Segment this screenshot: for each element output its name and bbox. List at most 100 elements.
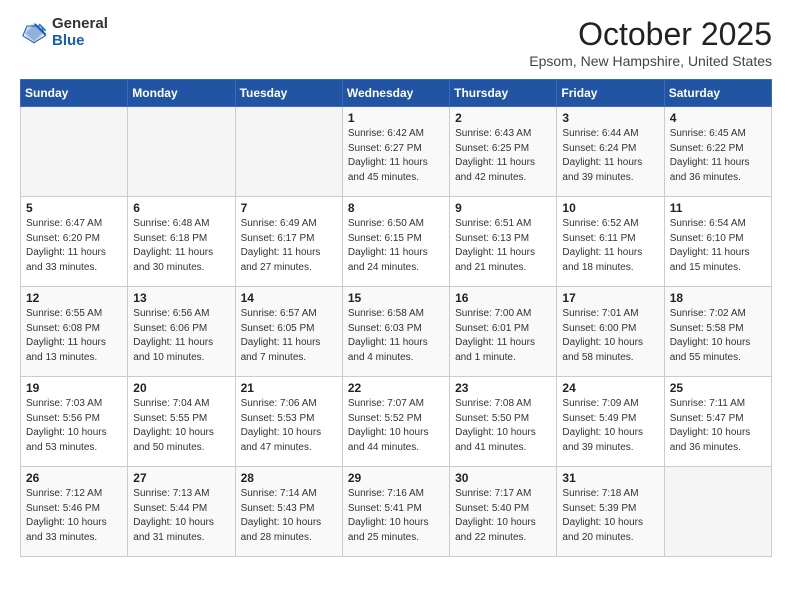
day-info: Sunrise: 6:42 AM Sunset: 6:27 PM Dayligh… <box>348 127 444 185</box>
day-cell: 18Sunrise: 7:02 AM Sunset: 5:58 PM Dayli… <box>664 287 771 377</box>
logo-general-text: General <box>52 16 108 33</box>
header-row: Sunday Monday Tuesday Wednesday Thursday… <box>21 80 772 107</box>
day-info: Sunrise: 6:56 AM Sunset: 6:06 PM Dayligh… <box>133 307 229 365</box>
day-cell: 20 Sunrise: 7:04 AM Sunset: 5:55 PM Dayli… <box>128 377 235 467</box>
day-info: Sunrise: 7:07 AM Sunset: 5:52 PM Dayligh… <box>348 397 444 455</box>
day-info: Sunrise: 7:18 AM Sunset: 5:39 PM Dayligh… <box>562 487 658 545</box>
day-info: Sunrise: 6:54 AM Sunset: 6:10 PM Dayligh… <box>670 217 766 275</box>
day-cell <box>21 107 128 197</box>
day-number: 5 <box>26 201 122 215</box>
day-cell: 28 Sunrise: 7:14 AM Sunset: 5:43 PM Dayli… <box>235 467 342 557</box>
day-number: 4 <box>670 111 766 125</box>
day-number: 19 <box>26 381 122 395</box>
day-info: Sunrise: 7:12 AM Sunset: 5:46 PM Dayligh… <box>26 487 122 545</box>
day-info: Sunrise: 7:16 AM Sunset: 5:41 PM Dayligh… <box>348 487 444 545</box>
col-saturday: Saturday <box>664 80 771 107</box>
day-cell <box>235 107 342 197</box>
day-number: 25 <box>670 381 766 395</box>
day-info: Sunrise: 6:55 AM Sunset: 6:08 PM Dayligh… <box>26 307 122 365</box>
day-info: Sunrise: 6:47 AM Sunset: 6:20 PM Dayligh… <box>26 217 122 275</box>
day-cell: 31 Sunrise: 7:18 AM Sunset: 5:39 PM Dayli… <box>557 467 664 557</box>
day-info: Sunrise: 6:52 AM Sunset: 6:11 PM Dayligh… <box>562 217 658 275</box>
week-row-5: 26 Sunrise: 7:12 AM Sunset: 5:46 PM Dayli… <box>21 467 772 557</box>
day-cell: 26 Sunrise: 7:12 AM Sunset: 5:46 PM Dayli… <box>21 467 128 557</box>
day-number: 28 <box>241 471 337 485</box>
week-row-3: 12 Sunrise: 6:55 AM Sunset: 6:08 PM Dayli… <box>21 287 772 377</box>
day-cell: 5 Sunrise: 6:47 AM Sunset: 6:20 PM Daylig… <box>21 197 128 287</box>
day-info: Sunrise: 7:09 AM Sunset: 5:49 PM Dayligh… <box>562 397 658 455</box>
day-number: 6 <box>133 201 229 215</box>
day-cell: 27 Sunrise: 7:13 AM Sunset: 5:44 PM Dayli… <box>128 467 235 557</box>
day-cell: 24Sunrise: 7:09 AM Sunset: 5:49 PM Dayli… <box>557 377 664 467</box>
day-cell: 19 Sunrise: 7:03 AM Sunset: 5:56 PM Dayli… <box>21 377 128 467</box>
day-cell: 14 Sunrise: 6:57 AM Sunset: 6:05 PM Dayli… <box>235 287 342 377</box>
day-cell: 17 Sunrise: 7:01 AM Sunset: 6:00 PM Dayli… <box>557 287 664 377</box>
day-number: 22 <box>348 381 444 395</box>
day-info: Sunrise: 7:01 AM Sunset: 6:00 PM Dayligh… <box>562 307 658 365</box>
day-info: Sunrise: 6:44 AM Sunset: 6:24 PM Dayligh… <box>562 127 658 185</box>
day-number: 30 <box>455 471 551 485</box>
calendar-table: Sunday Monday Tuesday Wednesday Thursday… <box>20 79 772 557</box>
day-cell: 13Sunrise: 6:56 AM Sunset: 6:06 PM Dayli… <box>128 287 235 377</box>
day-info: Sunrise: 7:13 AM Sunset: 5:44 PM Dayligh… <box>133 487 229 545</box>
day-cell: 1 Sunrise: 6:42 AM Sunset: 6:27 PM Daylig… <box>342 107 449 197</box>
day-info: Sunrise: 6:49 AM Sunset: 6:17 PM Dayligh… <box>241 217 337 275</box>
col-wednesday: Wednesday <box>342 80 449 107</box>
day-cell: 7Sunrise: 6:49 AM Sunset: 6:17 PM Daylig… <box>235 197 342 287</box>
location-text: Epsom, New Hampshire, United States <box>529 53 772 69</box>
day-number: 15 <box>348 291 444 305</box>
day-cell: 3 Sunrise: 6:44 AM Sunset: 6:24 PM Daylig… <box>557 107 664 197</box>
day-info: Sunrise: 7:03 AM Sunset: 5:56 PM Dayligh… <box>26 397 122 455</box>
day-cell: 15Sunrise: 6:58 AM Sunset: 6:03 PM Dayli… <box>342 287 449 377</box>
day-number: 14 <box>241 291 337 305</box>
day-cell: 10 Sunrise: 6:52 AM Sunset: 6:11 PM Dayli… <box>557 197 664 287</box>
day-number: 9 <box>455 201 551 215</box>
day-number: 21 <box>241 381 337 395</box>
day-cell: 21Sunrise: 7:06 AM Sunset: 5:53 PM Dayli… <box>235 377 342 467</box>
day-cell: 8 Sunrise: 6:50 AM Sunset: 6:15 PM Daylig… <box>342 197 449 287</box>
logo-text: General Blue <box>52 16 108 49</box>
day-cell: 4 Sunrise: 6:45 AM Sunset: 6:22 PM Daylig… <box>664 107 771 197</box>
day-number: 26 <box>26 471 122 485</box>
day-cell: 9Sunrise: 6:51 AM Sunset: 6:13 PM Daylig… <box>450 197 557 287</box>
day-number: 11 <box>670 201 766 215</box>
day-number: 1 <box>348 111 444 125</box>
day-number: 3 <box>562 111 658 125</box>
day-cell <box>664 467 771 557</box>
day-number: 17 <box>562 291 658 305</box>
day-cell: 25 Sunrise: 7:11 AM Sunset: 5:47 PM Dayli… <box>664 377 771 467</box>
col-monday: Monday <box>128 80 235 107</box>
header: General Blue October 2025 Epsom, New Ham… <box>20 16 772 69</box>
calendar-container: General Blue October 2025 Epsom, New Ham… <box>0 0 792 573</box>
day-cell: 11 Sunrise: 6:54 AM Sunset: 6:10 PM Dayli… <box>664 197 771 287</box>
title-block: October 2025 Epsom, New Hampshire, Unite… <box>529 16 772 69</box>
week-row-4: 19 Sunrise: 7:03 AM Sunset: 5:56 PM Dayli… <box>21 377 772 467</box>
day-cell: 30Sunrise: 7:17 AM Sunset: 5:40 PM Dayli… <box>450 467 557 557</box>
day-number: 31 <box>562 471 658 485</box>
month-title: October 2025 <box>529 16 772 53</box>
day-info: Sunrise: 7:00 AM Sunset: 6:01 PM Dayligh… <box>455 307 551 365</box>
day-number: 12 <box>26 291 122 305</box>
day-cell: 16 Sunrise: 7:00 AM Sunset: 6:01 PM Dayli… <box>450 287 557 377</box>
day-number: 16 <box>455 291 551 305</box>
day-number: 27 <box>133 471 229 485</box>
col-friday: Friday <box>557 80 664 107</box>
day-number: 8 <box>348 201 444 215</box>
day-info: Sunrise: 7:08 AM Sunset: 5:50 PM Dayligh… <box>455 397 551 455</box>
day-number: 20 <box>133 381 229 395</box>
day-number: 2 <box>455 111 551 125</box>
logo: General Blue <box>20 16 108 49</box>
day-info: Sunrise: 7:04 AM Sunset: 5:55 PM Dayligh… <box>133 397 229 455</box>
week-row-1: 1 Sunrise: 6:42 AM Sunset: 6:27 PM Daylig… <box>21 107 772 197</box>
day-info: Sunrise: 6:45 AM Sunset: 6:22 PM Dayligh… <box>670 127 766 185</box>
day-info: Sunrise: 7:02 AM Sunset: 5:58 PM Dayligh… <box>670 307 766 365</box>
day-info: Sunrise: 7:14 AM Sunset: 5:43 PM Dayligh… <box>241 487 337 545</box>
day-info: Sunrise: 6:57 AM Sunset: 6:05 PM Dayligh… <box>241 307 337 365</box>
day-number: 10 <box>562 201 658 215</box>
day-info: Sunrise: 7:11 AM Sunset: 5:47 PM Dayligh… <box>670 397 766 455</box>
day-cell: 23Sunrise: 7:08 AM Sunset: 5:50 PM Dayli… <box>450 377 557 467</box>
logo-blue-text: Blue <box>52 33 108 50</box>
day-cell: 22 Sunrise: 7:07 AM Sunset: 5:52 PM Dayli… <box>342 377 449 467</box>
week-row-2: 5 Sunrise: 6:47 AM Sunset: 6:20 PM Daylig… <box>21 197 772 287</box>
day-info: Sunrise: 6:50 AM Sunset: 6:15 PM Dayligh… <box>348 217 444 275</box>
